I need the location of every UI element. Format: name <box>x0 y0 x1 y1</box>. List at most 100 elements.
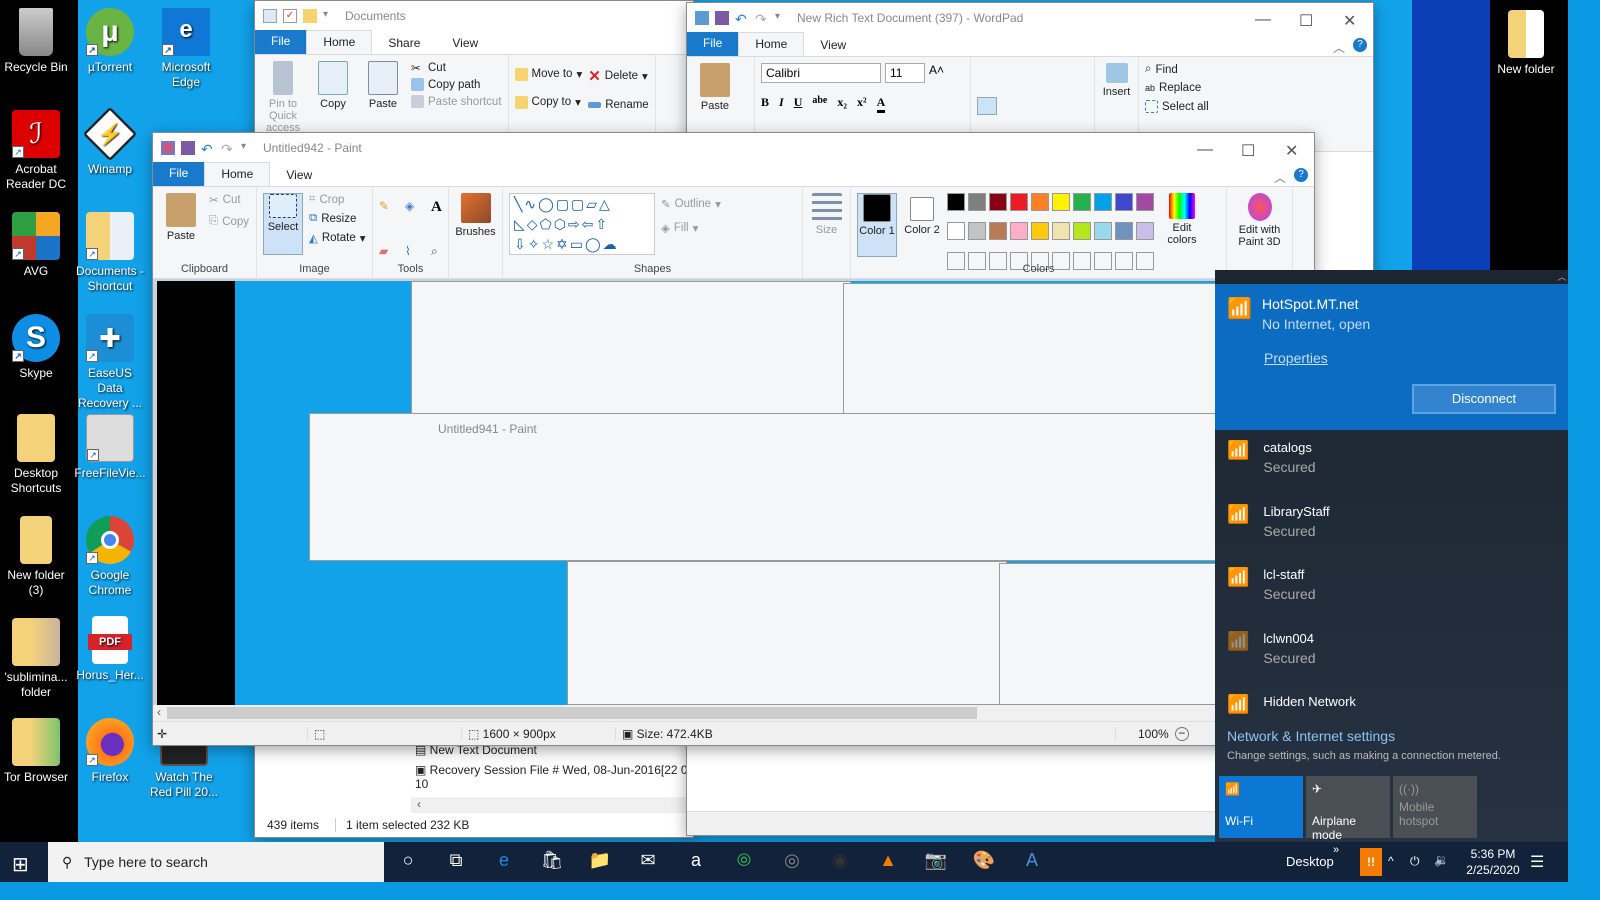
network-settings-link[interactable]: Network & Internet settings <box>1227 728 1395 744</box>
palette-swatch[interactable] <box>947 222 965 241</box>
airplane-mode-quick-action[interactable]: ✈ Airplane mode <box>1306 776 1390 842</box>
desktop-icon-subliminal-folder[interactable]: 'sublimina... folder <box>0 618 72 700</box>
select-button[interactable]: Select <box>263 193 303 255</box>
tab-share[interactable]: Share <box>372 32 436 54</box>
bold-button[interactable]: B <box>761 95 769 113</box>
desktop-icon-documents-shortcut[interactable]: ↗ Documents - Shortcut <box>74 212 146 294</box>
power-icon[interactable]: ⏻ <box>1410 854 1420 869</box>
desktop-icon-desktop-shortcuts[interactable]: Desktop Shortcuts <box>0 414 72 496</box>
shapes-gallery[interactable]: ╲∿◯▢▢▱△ ◺◇⬠⬡⇨⇦⇧ ⇩✧☆✡▭◯☁ <box>509 193 655 255</box>
tab-file[interactable]: File <box>687 32 739 56</box>
wordpad-icon[interactable]: A <box>1020 850 1044 874</box>
paint-canvas[interactable]: Untitled941 - Paint <box>157 281 1217 705</box>
delete-button[interactable]: ✕ Delete ▾ <box>588 67 648 85</box>
text-icon[interactable]: A <box>431 199 449 236</box>
pencil-icon[interactable]: ✎ <box>379 199 397 236</box>
grow-font-icon[interactable]: A˄ <box>929 63 944 83</box>
palette-swatch[interactable] <box>1031 222 1049 241</box>
help-icon[interactable]: ? <box>1353 38 1367 52</box>
tab-home[interactable]: Home <box>738 32 805 56</box>
checkmark-icon[interactable]: ✓ <box>283 9 297 23</box>
paste-shortcut-button[interactable]: Paste shortcut <box>411 95 502 108</box>
camera-icon[interactable]: 📷 <box>924 850 948 874</box>
properties-icon[interactable] <box>263 9 277 23</box>
desktop-icon-acrobat[interactable]: ℐ ↗ Acrobat Reader DC <box>0 110 72 192</box>
desktop-icon-edge[interactable]: e ↗ Microsoft Edge <box>150 8 222 90</box>
strikethrough-button[interactable]: abe <box>812 95 827 113</box>
tab-home[interactable]: Home <box>306 30 373 54</box>
redo-icon[interactable]: ↷ <box>755 11 769 27</box>
tab-view[interactable]: View <box>270 164 328 186</box>
amazon-icon[interactable]: a <box>684 850 708 874</box>
redo-icon[interactable]: ↷ <box>221 141 235 157</box>
start-button[interactable]: ⊞ <box>12 852 29 877</box>
file-item[interactable]: ▤ New Text Document <box>415 743 693 763</box>
palette-swatch[interactable] <box>1031 193 1049 211</box>
canvas-horizontal-scrollbar[interactable]: ‹ <box>153 705 1314 721</box>
paint-window[interactable]: ↶ ↷ ▾ Untitled942 - Paint — ☐ ✕ File Home … <box>152 132 1315 746</box>
subscript-button[interactable]: x₂ <box>837 95 847 113</box>
size-button[interactable]: Size <box>809 193 844 278</box>
file-item[interactable]: ▣ Recovery Session File # Wed, 08-Jun-20… <box>415 763 693 791</box>
file-explorer-icon[interactable]: 📁 <box>588 850 612 874</box>
desktop-icon-utorrent[interactable]: µ ↗ µTorrent <box>74 8 146 75</box>
copy-path-button[interactable]: Copy path <box>411 78 502 91</box>
maximize-button[interactable]: ☐ <box>1241 141 1255 161</box>
tab-file[interactable]: File <box>153 162 205 186</box>
wifi-network-item[interactable]: 📶 catalogs Secured <box>1227 440 1316 475</box>
paint-icon[interactable]: 🎨 <box>972 850 996 874</box>
brushes-button[interactable]: Brushes <box>455 193 496 278</box>
tab-view[interactable]: View <box>804 34 862 56</box>
desktop-icon-skype[interactable]: S ↗ Skype <box>0 314 72 381</box>
color-app-icon[interactable]: ◉ <box>828 850 852 874</box>
underline-button[interactable]: U <box>794 95 803 113</box>
edit-paint3d-button[interactable]: Edit with Paint 3D <box>1233 193 1286 278</box>
palette-swatch[interactable] <box>1052 193 1070 211</box>
palette-swatch[interactable] <box>1094 193 1112 211</box>
palette-swatch[interactable] <box>1136 193 1154 211</box>
rotate-button[interactable]: ◭ Rotate ▾ <box>309 231 366 245</box>
toolbar-overflow-icon[interactable]: » <box>1333 844 1339 856</box>
palette-swatch[interactable] <box>947 193 965 211</box>
desktop-icon-freefileviewer[interactable]: ↗ FreeFileVie... <box>74 414 146 481</box>
desktop-icon-new-folder-3[interactable]: New folder (3) <box>0 516 72 598</box>
wifi-network-item[interactable]: 📶 LibraryStaff Secured <box>1227 504 1330 539</box>
mail-icon[interactable]: ✉ <box>636 850 660 874</box>
tripadvisor-icon[interactable]: ⦾ <box>732 850 756 874</box>
resize-button[interactable]: ⧉ Resize <box>309 212 366 225</box>
minimize-button[interactable]: — <box>1255 11 1271 29</box>
replace-button[interactable]: ab Replace <box>1145 82 1209 94</box>
desktop-icon-horus-pdf[interactable]: PDF Horus_Her... <box>74 616 146 683</box>
task-view-icon[interactable]: ⧉ <box>444 850 468 874</box>
search-box[interactable]: ⚲ Type here to search <box>48 842 384 882</box>
notification-app-icon[interactable]: !! <box>1360 848 1382 876</box>
palette-swatch[interactable] <box>1010 193 1028 211</box>
show-hidden-icons[interactable]: ^ <box>1388 854 1394 868</box>
desktop-icon-tor-browser[interactable]: Tor Browser <box>0 718 72 785</box>
wifi-quick-action[interactable]: 📶 Wi-Fi <box>1219 776 1303 838</box>
vlc-icon[interactable]: ▲ <box>876 850 900 874</box>
wifi-network-item[interactable]: 📶 Hidden Network <box>1227 694 1356 715</box>
palette-swatch[interactable] <box>1052 222 1070 241</box>
volume-icon[interactable]: 🔉 <box>1434 853 1449 867</box>
close-button[interactable]: ✕ <box>1285 141 1298 161</box>
tab-home[interactable]: Home <box>204 162 271 186</box>
undo-icon[interactable]: ↶ <box>201 141 215 157</box>
select-all-button[interactable]: Select all <box>1145 100 1209 113</box>
desktop-icon-chrome[interactable]: ↗ Google Chrome <box>74 516 146 598</box>
font-color-button[interactable]: A <box>876 95 886 113</box>
align-left-icon[interactable] <box>977 97 997 115</box>
wifi-network-item[interactable]: 📶 lcl-staff Secured <box>1227 567 1316 602</box>
save-icon[interactable] <box>181 141 195 155</box>
wifi-network-item[interactable]: 📶 lclwn004 Secured <box>1227 631 1316 666</box>
palette-swatch[interactable] <box>1010 222 1028 241</box>
customize-toolbar-icon[interactable]: ▾ <box>323 9 337 23</box>
crop-button[interactable]: ⌗ Crop <box>309 193 366 206</box>
italic-button[interactable]: I <box>779 95 784 113</box>
cut-button[interactable]: ✂ Cut <box>209 193 249 207</box>
copy-to-button[interactable]: Copy to ▾ <box>514 95 583 109</box>
superscript-button[interactable]: x² <box>857 95 867 113</box>
font-size-select[interactable]: 11 <box>885 63 925 83</box>
tab-view[interactable]: View <box>436 32 494 54</box>
scrollbar-thumb[interactable] <box>167 707 977 719</box>
